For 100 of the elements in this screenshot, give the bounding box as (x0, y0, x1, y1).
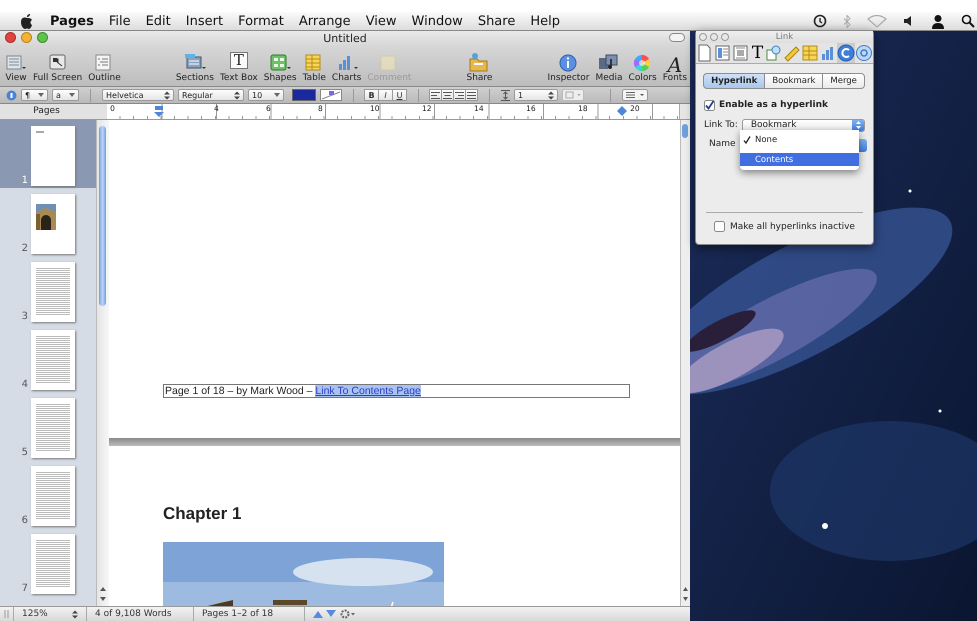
graphic-icon[interactable] (765, 43, 783, 63)
sidebar-item[interactable]: 4 (0, 324, 96, 392)
sidebar-item[interactable]: 2 (0, 188, 96, 256)
apple-icon[interactable] (20, 14, 34, 28)
page-thumbnail[interactable] (31, 126, 75, 186)
menu-item[interactable]: Format (238, 14, 284, 28)
right-indent-marker[interactable] (617, 106, 628, 117)
name-popup[interactable] (859, 139, 867, 152)
fonts-icon: A (666, 53, 684, 72)
scroll-bar[interactable] (96, 120, 109, 606)
toolbar-button[interactable]: T Text Box (216, 52, 261, 83)
gear-icon[interactable] (340, 609, 356, 619)
window-title: Untitled (323, 32, 367, 45)
menu-item[interactable]: Contents (740, 153, 859, 166)
page-thumbnail[interactable] (31, 194, 75, 254)
scroll-bar[interactable] (680, 120, 690, 606)
align-center-button[interactable] (441, 89, 454, 101)
line-spacing-field[interactable]: 1 (514, 89, 558, 101)
menu-item[interactable]: None (740, 133, 859, 146)
toolbar-button[interactable]: Share (463, 53, 496, 83)
next-page-button[interactable] (326, 610, 336, 618)
list-popup[interactable] (622, 89, 648, 101)
page-thumbnail[interactable] (31, 398, 75, 458)
hyperlink[interactable]: Link To Contents Page (315, 385, 421, 397)
app-menu[interactable]: Pages (50, 14, 94, 28)
invisibles-icon[interactable] (6, 90, 17, 100)
layout-icon[interactable] (714, 43, 732, 63)
wifi-icon[interactable] (867, 14, 887, 28)
toolbar-button[interactable]: A Fonts (660, 53, 690, 83)
paragraph-style-popup[interactable]: ¶ (21, 89, 48, 101)
scroll-thumb[interactable] (99, 126, 106, 306)
style-button[interactable]: B (364, 89, 379, 101)
previous-page-button[interactable] (313, 610, 323, 618)
shapes-icon (269, 53, 292, 72)
style-button[interactable]: U (392, 89, 407, 101)
page-thumbnail[interactable] (31, 466, 75, 526)
toolbar-button[interactable]: View (2, 53, 30, 83)
page-thumbnail[interactable] (31, 262, 75, 322)
indent-marker[interactable] (154, 106, 164, 118)
toolbar-button[interactable]: Sections (172, 53, 217, 83)
style-button[interactable]: I (378, 89, 393, 101)
time-machine-icon[interactable] (813, 14, 827, 28)
align-left-button[interactable] (429, 89, 442, 101)
menu-item[interactable]: File (108, 14, 131, 28)
tab[interactable]: Hyperlink (703, 73, 766, 89)
toolbar-button[interactable]: Inspector (544, 53, 592, 83)
toolbar-button[interactable]: Charts (328, 53, 364, 83)
menu-item[interactable]: Edit (146, 14, 171, 28)
sidebar-item[interactable]: 7 (0, 528, 96, 596)
text-color-well[interactable] (292, 89, 316, 101)
table-icon[interactable] (801, 43, 819, 63)
highlight-color-well[interactable] (320, 89, 342, 101)
tab[interactable]: Merge (822, 73, 865, 89)
link-to-popup[interactable]: Bookmark (742, 118, 865, 132)
sidebar-item[interactable]: 3 (0, 256, 96, 324)
columns-popup[interactable] (562, 89, 584, 101)
sidebar-item[interactable]: 5 (0, 392, 96, 460)
search-icon[interactable] (961, 14, 975, 28)
sidebar-item[interactable]: 6 (0, 460, 96, 528)
zoom-button[interactable] (37, 32, 48, 43)
zoom-popup[interactable]: 125% (14, 607, 87, 621)
tab[interactable]: Bookmark (764, 73, 824, 89)
menu-item[interactable]: Share (478, 14, 516, 28)
toolbar-button[interactable]: Outline (85, 53, 124, 83)
bluetooth-icon[interactable] (843, 14, 851, 28)
scroll-thumb[interactable] (682, 124, 688, 138)
caret-icon (69, 93, 75, 97)
toolbar-button[interactable]: Full Screen (30, 53, 86, 83)
toolbar-button[interactable]: Media (592, 53, 626, 83)
align-right-button[interactable] (453, 89, 466, 101)
pill-button[interactable] (669, 33, 685, 42)
page-thumbnail[interactable] (31, 534, 75, 594)
menu-item[interactable]: Insert (186, 14, 224, 28)
typeface-popup[interactable]: Regular (178, 89, 244, 101)
minimize-button[interactable] (21, 32, 32, 43)
toolbar-button[interactable]: Table (300, 53, 329, 83)
checkbox[interactable] (704, 100, 715, 110)
field-label: Name (709, 139, 736, 149)
menu-item[interactable]: Arrange (298, 14, 351, 28)
text-box-icon: T (230, 52, 248, 69)
menu-item[interactable]: View (366, 14, 397, 28)
user-icon[interactable] (931, 14, 945, 28)
page-thumbnail[interactable] (31, 330, 75, 390)
page-number: 2 (20, 243, 29, 254)
toolbar-button[interactable]: Shapes (260, 53, 300, 83)
character-style-popup[interactable]: a (52, 89, 79, 101)
menu-item[interactable]: Window (412, 14, 463, 28)
field-label: Link To: (704, 120, 738, 130)
size-field[interactable]: 10 (248, 89, 284, 101)
menu-item[interactable]: Help (530, 14, 560, 28)
font-popup[interactable]: Helvetica (102, 89, 174, 101)
wrap-icon[interactable] (732, 43, 750, 63)
toolbar-button[interactable]: Colors (626, 53, 660, 83)
resize-handle-icon[interactable] (4, 610, 9, 618)
align-justify-button[interactable] (465, 89, 478, 101)
link-icon[interactable] (837, 43, 855, 63)
inspector-icon (558, 53, 580, 72)
checkbox[interactable] (714, 221, 726, 232)
media-icon[interactable] (855, 43, 873, 63)
close-button[interactable] (5, 32, 16, 43)
